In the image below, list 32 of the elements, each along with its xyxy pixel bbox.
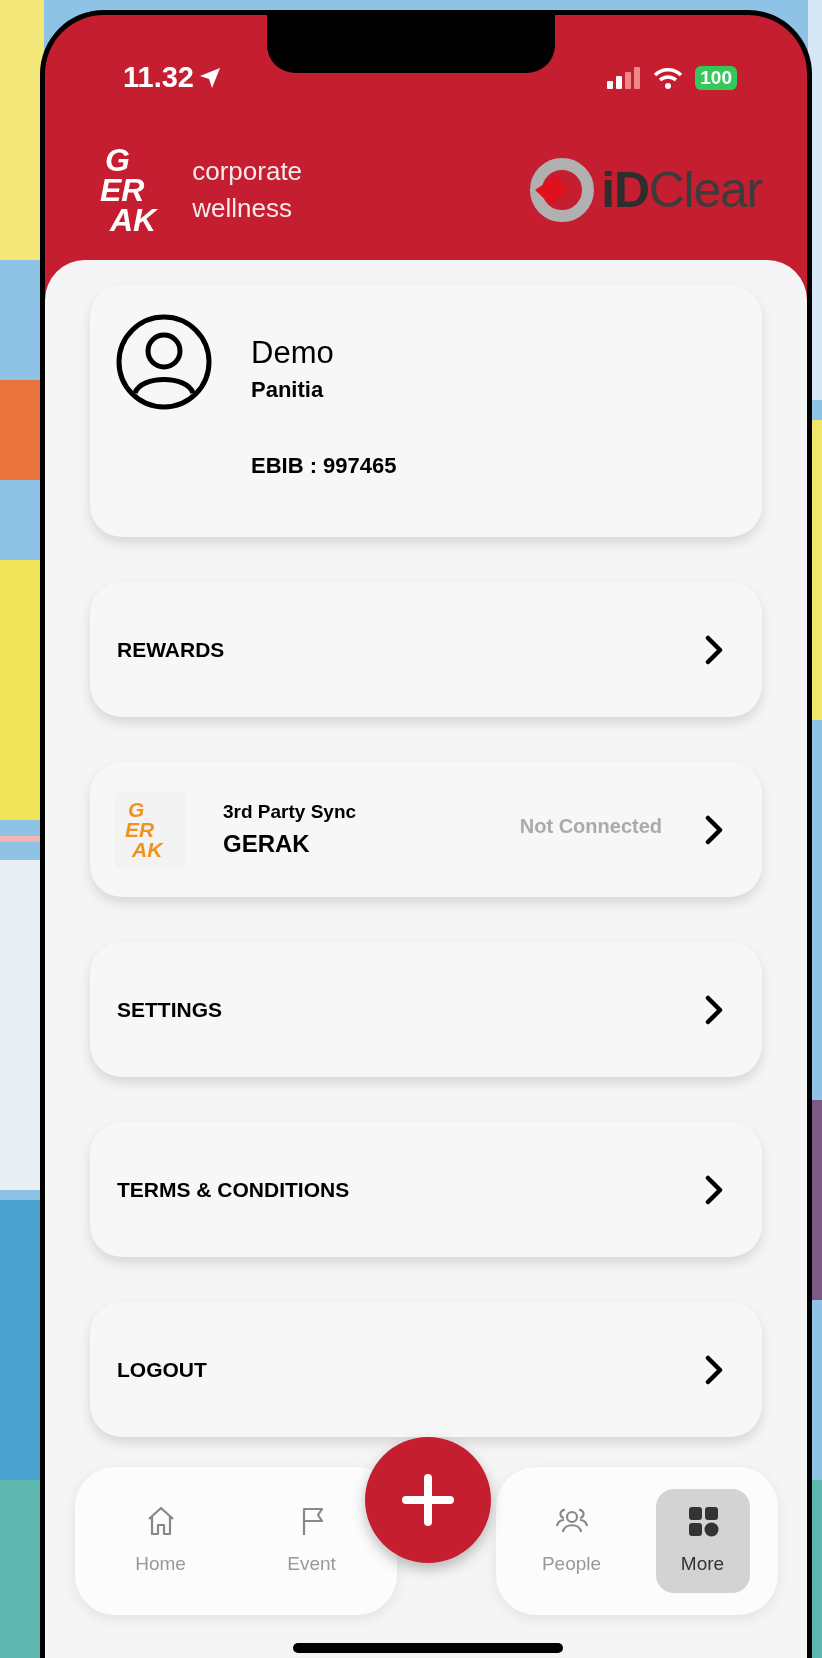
profile-name: Demo	[251, 334, 335, 372]
menu-item[interactable]: LOGOUT	[90, 1302, 762, 1437]
tagline: corporate wellness	[192, 155, 303, 225]
gerak-logo: G ER AK	[115, 790, 187, 869]
user-avatar-icon	[115, 313, 213, 411]
menu-label: LOGOUT	[117, 1356, 208, 1383]
nav-tab[interactable]: More	[655, 1489, 750, 1593]
signal-icon	[607, 66, 642, 89]
sync-service-name: GERAK	[223, 828, 311, 859]
profile-ebib: EBIB : 997465	[251, 452, 397, 480]
gerak-logo: G ER AK	[100, 145, 157, 235]
connection-status: Not Connected	[519, 813, 662, 839]
idclear-logo: iDClear	[601, 162, 762, 218]
menu-item[interactable]: TERMS & CONDITIONS	[90, 1122, 762, 1257]
chevron-right-icon	[704, 1174, 724, 1205]
chevron-right-icon	[704, 994, 724, 1025]
menu-label: SETTINGS	[117, 996, 223, 1023]
status-time: 11.32	[123, 59, 194, 95]
menu-item[interactable]: SETTINGS	[90, 942, 762, 1077]
chevron-right-icon	[704, 1354, 724, 1385]
sync-caption: 3rd Party Sync	[223, 799, 358, 824]
chevron-right-icon	[704, 634, 724, 665]
battery-level: 100	[695, 65, 737, 90]
profile-role: Panitia	[251, 376, 325, 404]
menu-label: TERMS & CONDITIONS	[117, 1176, 351, 1203]
menu-item[interactable]: REWARDS	[90, 582, 762, 717]
location-arrow-icon	[198, 65, 222, 90]
wifi-icon	[653, 66, 684, 89]
chevron-right-icon	[704, 814, 724, 845]
plus-icon	[402, 1474, 454, 1526]
menu-label: REWARDS	[117, 636, 226, 663]
menu-item[interactable]: G ER AK 3rd Party Sync GERAK Not Connected	[90, 762, 762, 897]
